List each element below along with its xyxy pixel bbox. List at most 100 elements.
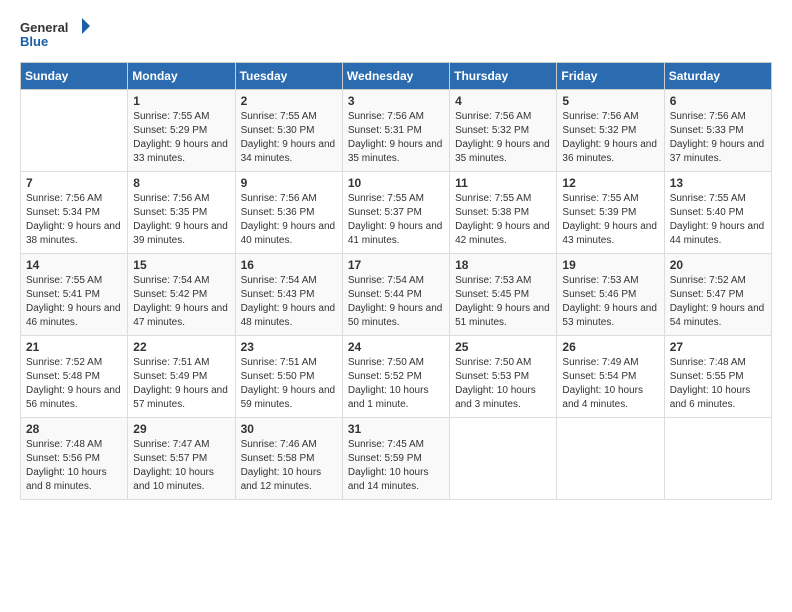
day-info: Sunrise: 7:55 AM Sunset: 5:40 PM Dayligh… bbox=[670, 192, 766, 248]
day-number: 9 bbox=[241, 176, 337, 190]
week-row-2: 7 Sunrise: 7:56 AM Sunset: 5:34 PM Dayli… bbox=[21, 172, 772, 254]
day-info: Sunrise: 7:54 AM Sunset: 5:42 PM Dayligh… bbox=[133, 274, 229, 330]
sunrise: Sunrise: 7:55 AM bbox=[562, 192, 658, 206]
sunrise: Sunrise: 7:56 AM bbox=[348, 110, 444, 124]
calendar-cell: 21 Sunrise: 7:52 AM Sunset: 5:48 PM Dayl… bbox=[21, 336, 128, 418]
daylight: Daylight: 9 hours and 44 minutes. bbox=[670, 220, 766, 248]
calendar-cell: 11 Sunrise: 7:55 AM Sunset: 5:38 PM Dayl… bbox=[450, 172, 557, 254]
sunset: Sunset: 5:53 PM bbox=[455, 370, 551, 384]
sunrise: Sunrise: 7:56 AM bbox=[26, 192, 122, 206]
calendar-cell: 24 Sunrise: 7:50 AM Sunset: 5:52 PM Dayl… bbox=[342, 336, 449, 418]
day-number: 27 bbox=[670, 340, 766, 354]
daylight: Daylight: 9 hours and 35 minutes. bbox=[455, 138, 551, 166]
day-number: 28 bbox=[26, 422, 122, 436]
calendar-cell bbox=[557, 418, 664, 500]
calendar-cell: 23 Sunrise: 7:51 AM Sunset: 5:50 PM Dayl… bbox=[235, 336, 342, 418]
sunset: Sunset: 5:34 PM bbox=[26, 206, 122, 220]
sunrise: Sunrise: 7:48 AM bbox=[26, 438, 122, 452]
daylight: Daylight: 10 hours and 6 minutes. bbox=[670, 384, 766, 412]
daylight: Daylight: 9 hours and 41 minutes. bbox=[348, 220, 444, 248]
daylight: Daylight: 9 hours and 43 minutes. bbox=[562, 220, 658, 248]
sunrise: Sunrise: 7:55 AM bbox=[133, 110, 229, 124]
sunset: Sunset: 5:46 PM bbox=[562, 288, 658, 302]
daylight: Daylight: 9 hours and 42 minutes. bbox=[455, 220, 551, 248]
daylight: Daylight: 9 hours and 47 minutes. bbox=[133, 302, 229, 330]
sunset: Sunset: 5:35 PM bbox=[133, 206, 229, 220]
calendar-cell: 14 Sunrise: 7:55 AM Sunset: 5:41 PM Dayl… bbox=[21, 254, 128, 336]
sunrise: Sunrise: 7:52 AM bbox=[670, 274, 766, 288]
daylight: Daylight: 10 hours and 14 minutes. bbox=[348, 466, 444, 494]
day-info: Sunrise: 7:55 AM Sunset: 5:30 PM Dayligh… bbox=[241, 110, 337, 166]
calendar-cell: 12 Sunrise: 7:55 AM Sunset: 5:39 PM Dayl… bbox=[557, 172, 664, 254]
daylight: Daylight: 9 hours and 37 minutes. bbox=[670, 138, 766, 166]
calendar-cell: 30 Sunrise: 7:46 AM Sunset: 5:58 PM Dayl… bbox=[235, 418, 342, 500]
sunset: Sunset: 5:57 PM bbox=[133, 452, 229, 466]
sunset: Sunset: 5:41 PM bbox=[26, 288, 122, 302]
day-number: 5 bbox=[562, 94, 658, 108]
daylight: Daylight: 10 hours and 10 minutes. bbox=[133, 466, 229, 494]
day-number: 24 bbox=[348, 340, 444, 354]
week-row-5: 28 Sunrise: 7:48 AM Sunset: 5:56 PM Dayl… bbox=[21, 418, 772, 500]
day-number: 4 bbox=[455, 94, 551, 108]
calendar-cell: 27 Sunrise: 7:48 AM Sunset: 5:55 PM Dayl… bbox=[664, 336, 771, 418]
daylight: Daylight: 10 hours and 1 minute. bbox=[348, 384, 444, 412]
day-info: Sunrise: 7:55 AM Sunset: 5:37 PM Dayligh… bbox=[348, 192, 444, 248]
day-info: Sunrise: 7:48 AM Sunset: 5:56 PM Dayligh… bbox=[26, 438, 122, 494]
daylight: Daylight: 10 hours and 3 minutes. bbox=[455, 384, 551, 412]
day-number: 8 bbox=[133, 176, 229, 190]
page: General Blue SundayMondayTuesdayWednesda… bbox=[0, 0, 792, 612]
day-number: 12 bbox=[562, 176, 658, 190]
week-row-1: 1 Sunrise: 7:55 AM Sunset: 5:29 PM Dayli… bbox=[21, 90, 772, 172]
calendar-cell: 31 Sunrise: 7:45 AM Sunset: 5:59 PM Dayl… bbox=[342, 418, 449, 500]
day-number: 30 bbox=[241, 422, 337, 436]
day-info: Sunrise: 7:55 AM Sunset: 5:39 PM Dayligh… bbox=[562, 192, 658, 248]
day-info: Sunrise: 7:56 AM Sunset: 5:32 PM Dayligh… bbox=[455, 110, 551, 166]
daylight: Daylight: 9 hours and 33 minutes. bbox=[133, 138, 229, 166]
sunrise: Sunrise: 7:55 AM bbox=[26, 274, 122, 288]
sunset: Sunset: 5:38 PM bbox=[455, 206, 551, 220]
day-number: 2 bbox=[241, 94, 337, 108]
sunset: Sunset: 5:29 PM bbox=[133, 124, 229, 138]
day-number: 1 bbox=[133, 94, 229, 108]
calendar-cell: 19 Sunrise: 7:53 AM Sunset: 5:46 PM Dayl… bbox=[557, 254, 664, 336]
daylight: Daylight: 9 hours and 54 minutes. bbox=[670, 302, 766, 330]
day-info: Sunrise: 7:53 AM Sunset: 5:46 PM Dayligh… bbox=[562, 274, 658, 330]
day-number: 13 bbox=[670, 176, 766, 190]
daylight: Daylight: 9 hours and 56 minutes. bbox=[26, 384, 122, 412]
daylight: Daylight: 10 hours and 12 minutes. bbox=[241, 466, 337, 494]
sunset: Sunset: 5:30 PM bbox=[241, 124, 337, 138]
day-info: Sunrise: 7:45 AM Sunset: 5:59 PM Dayligh… bbox=[348, 438, 444, 494]
weekday-friday: Friday bbox=[557, 63, 664, 90]
week-row-3: 14 Sunrise: 7:55 AM Sunset: 5:41 PM Dayl… bbox=[21, 254, 772, 336]
calendar-cell: 10 Sunrise: 7:55 AM Sunset: 5:37 PM Dayl… bbox=[342, 172, 449, 254]
sunrise: Sunrise: 7:50 AM bbox=[348, 356, 444, 370]
daylight: Daylight: 9 hours and 53 minutes. bbox=[562, 302, 658, 330]
sunset: Sunset: 5:32 PM bbox=[455, 124, 551, 138]
sunset: Sunset: 5:39 PM bbox=[562, 206, 658, 220]
sunset: Sunset: 5:56 PM bbox=[26, 452, 122, 466]
calendar-cell: 15 Sunrise: 7:54 AM Sunset: 5:42 PM Dayl… bbox=[128, 254, 235, 336]
sunset: Sunset: 5:31 PM bbox=[348, 124, 444, 138]
daylight: Daylight: 9 hours and 39 minutes. bbox=[133, 220, 229, 248]
weekday-tuesday: Tuesday bbox=[235, 63, 342, 90]
sunset: Sunset: 5:42 PM bbox=[133, 288, 229, 302]
daylight: Daylight: 9 hours and 35 minutes. bbox=[348, 138, 444, 166]
sunrise: Sunrise: 7:52 AM bbox=[26, 356, 122, 370]
svg-text:Blue: Blue bbox=[20, 34, 48, 49]
sunrise: Sunrise: 7:56 AM bbox=[455, 110, 551, 124]
calendar-cell: 13 Sunrise: 7:55 AM Sunset: 5:40 PM Dayl… bbox=[664, 172, 771, 254]
weekday-header-row: SundayMondayTuesdayWednesdayThursdayFrid… bbox=[21, 63, 772, 90]
calendar-cell: 29 Sunrise: 7:47 AM Sunset: 5:57 PM Dayl… bbox=[128, 418, 235, 500]
sunrise: Sunrise: 7:51 AM bbox=[133, 356, 229, 370]
day-info: Sunrise: 7:52 AM Sunset: 5:47 PM Dayligh… bbox=[670, 274, 766, 330]
day-info: Sunrise: 7:48 AM Sunset: 5:55 PM Dayligh… bbox=[670, 356, 766, 412]
sunset: Sunset: 5:55 PM bbox=[670, 370, 766, 384]
day-info: Sunrise: 7:56 AM Sunset: 5:33 PM Dayligh… bbox=[670, 110, 766, 166]
day-number: 25 bbox=[455, 340, 551, 354]
sunrise: Sunrise: 7:56 AM bbox=[670, 110, 766, 124]
sunrise: Sunrise: 7:54 AM bbox=[241, 274, 337, 288]
day-number: 14 bbox=[26, 258, 122, 272]
sunset: Sunset: 5:58 PM bbox=[241, 452, 337, 466]
logo: General Blue bbox=[20, 16, 90, 52]
calendar-cell: 25 Sunrise: 7:50 AM Sunset: 5:53 PM Dayl… bbox=[450, 336, 557, 418]
